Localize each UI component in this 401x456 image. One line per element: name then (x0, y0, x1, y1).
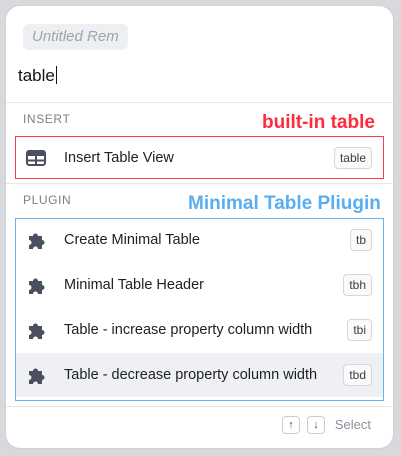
annotation-minimal-table-plugin: Minimal Table Pliugin (188, 193, 381, 214)
command-item-label: Table - decrease property column width (64, 367, 318, 383)
table-view-icon (25, 147, 47, 169)
command-item-label: Insert Table View (64, 150, 174, 166)
puzzle-icon (25, 364, 47, 386)
select-hint: Select (334, 417, 371, 432)
text-caret (55, 66, 57, 84)
shortcut-badge: table (333, 147, 372, 169)
puzzle-icon (25, 319, 47, 341)
command-item-insert-table-view[interactable]: Insert Table View table (16, 136, 383, 180)
command-item-label: Table - increase property column width (64, 322, 313, 338)
divider (6, 183, 393, 184)
command-item-create-minimal-table[interactable]: Create Minimal Table tb (16, 218, 383, 262)
search-input[interactable]: table (18, 64, 57, 88)
search-query-text: table (18, 66, 55, 85)
command-item-increase-column-width[interactable]: Table - increase property column width t… (16, 308, 383, 352)
shortcut-badge: tbh (343, 274, 372, 296)
command-item-label: Create Minimal Table (64, 232, 200, 248)
rem-title-chip[interactable]: Untitled Rem (23, 24, 128, 50)
puzzle-icon (25, 229, 47, 251)
shortcut-badge: tb (349, 229, 372, 251)
arrow-down-key[interactable]: ↓ (307, 416, 325, 434)
command-item-decrease-column-width[interactable]: Table - decrease property column width t… (16, 353, 383, 397)
arrow-up-key[interactable]: ↑ (282, 416, 300, 434)
shortcut-badge: tbd (343, 364, 372, 386)
section-label-insert: INSERT (23, 112, 71, 126)
annotation-builtin-table: built-in table (262, 112, 375, 133)
puzzle-icon (25, 274, 47, 296)
shortcut-badge: tbi (347, 319, 372, 341)
divider (6, 102, 393, 103)
command-item-minimal-table-header[interactable]: Minimal Table Header tbh (16, 263, 383, 307)
command-palette: Untitled Rem table INSERT built-in table… (6, 6, 393, 448)
section-label-plugin: PLUGIN (23, 193, 72, 207)
command-item-label: Minimal Table Header (64, 277, 204, 293)
palette-footer: ↑ ↓ Select (6, 406, 393, 448)
